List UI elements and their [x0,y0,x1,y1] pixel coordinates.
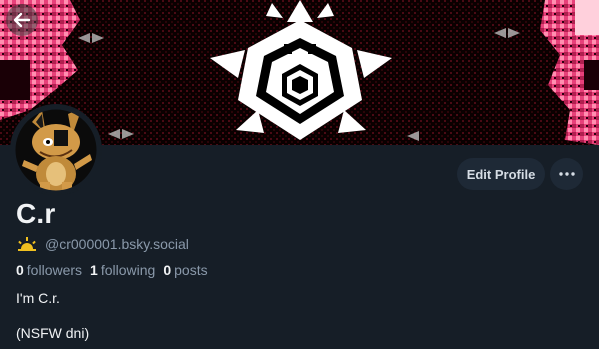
posts-count: 0 [163,262,172,278]
profile-stats: 0 followers 1 following 0 posts [16,262,208,278]
posts-count-label: 0 posts [163,262,207,278]
bio-line-2: (NSFW dni) [16,325,90,341]
ellipsis-icon [558,172,575,176]
profile-page: Edit Profile C.r @cr000001.bsky.social 0… [0,0,599,349]
followers-count: 0 [16,262,24,278]
following-label: following [100,262,156,278]
avatar[interactable] [10,104,102,196]
edit-profile-label: Edit Profile [466,166,536,182]
arrow-left-icon [13,12,31,28]
following-count: 1 [90,262,98,278]
handle-row: @cr000001.bsky.social [16,234,189,254]
bio-line-1: I'm C.r. [16,290,60,306]
edit-profile-button[interactable]: Edit Profile [457,158,545,190]
followers-label: followers [26,262,83,278]
sun-icon [18,237,36,251]
handle: @cr000001.bsky.social [45,236,189,252]
following-link[interactable]: 1 following [90,262,155,278]
display-name: C.r [16,198,56,229]
more-options-button[interactable] [550,158,583,190]
back-button[interactable] [6,4,38,36]
avatar-image [11,105,101,195]
posts-label: posts [174,262,208,278]
followers-link[interactable]: 0 followers [16,262,82,278]
